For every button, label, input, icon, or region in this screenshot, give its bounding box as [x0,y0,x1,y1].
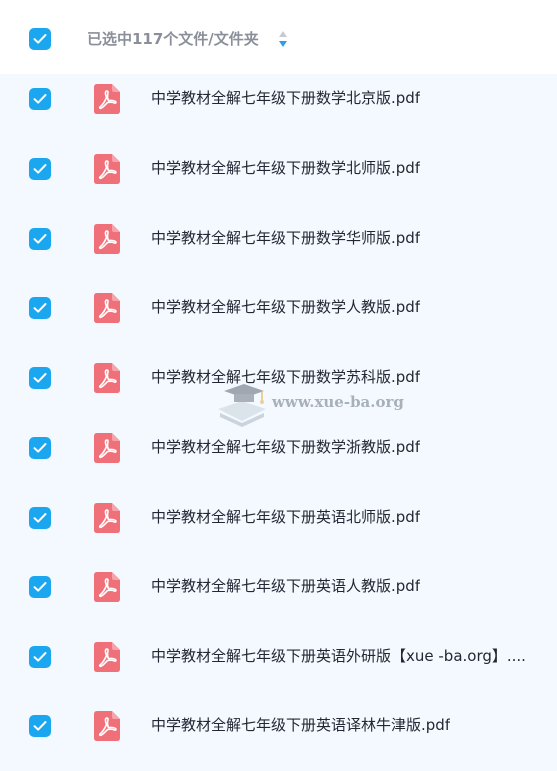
check-icon [33,721,47,731]
file-name[interactable]: 中学教材全解七年级下册英语外研版【xue -ba.org】.... [151,646,526,666]
file-name[interactable]: 中学教材全解七年级下册数学浙教版.pdf [151,437,420,457]
file-name[interactable]: 中学教材全解七年级下册数学北师版.pdf [151,158,420,178]
check-icon [33,513,47,523]
check-icon [33,443,47,453]
file-row[interactable]: 中学教材全解七年级下册英语译林牛津版.pdf [0,701,557,771]
file-row[interactable]: 中学教材全解七年级下册数学北师版.pdf [0,144,557,214]
file-checkbox[interactable] [29,646,51,668]
pdf-icon [94,572,120,602]
check-icon [33,94,47,104]
file-row[interactable]: 中学教材全解七年级下册数学人教版.pdf [0,283,557,353]
file-row[interactable]: 中学教材全解七年级下册数学苏科版.pdf [0,353,557,423]
file-row[interactable]: 中学教材全解七年级下册数学北京版.pdf [0,74,557,144]
file-checkbox[interactable] [29,715,51,737]
file-name[interactable]: 中学教材全解七年级下册数学苏科版.pdf [151,367,420,387]
check-icon [33,164,47,174]
pdf-icon [94,224,120,254]
selection-count-label: 已选中117个文件/文件夹 [87,30,259,48]
pdf-icon [94,642,120,672]
file-checkbox[interactable] [29,576,51,598]
file-list-header: 已选中117个文件/文件夹 [0,0,557,74]
file-name[interactable]: 中学教材全解七年级下册英语北师版.pdf [151,507,420,527]
check-icon [33,582,47,592]
file-checkbox[interactable] [29,437,51,459]
pdf-icon [94,293,120,323]
sort-arrows-icon[interactable] [278,30,288,48]
file-list: 中学教材全解七年级下册数学北京版.pdf 中学教材全解七年级下册数学北师版.pd… [0,74,557,757]
file-row[interactable]: 中学教材全解七年级下册数学华师版.pdf [0,214,557,284]
file-checkbox[interactable] [29,228,51,250]
check-icon [33,34,47,44]
file-name[interactable]: 中学教材全解七年级下册数学人教版.pdf [151,297,420,317]
pdf-icon [94,433,120,463]
select-all-checkbox[interactable] [29,28,51,50]
file-row[interactable]: 中学教材全解七年级下册英语人教版.pdf [0,562,557,632]
pdf-icon [94,154,120,184]
file-name[interactable]: 中学教材全解七年级下册数学北京版.pdf [151,88,420,108]
file-checkbox[interactable] [29,367,51,389]
check-icon [33,303,47,313]
file-checkbox[interactable] [29,88,51,110]
file-name[interactable]: 中学教材全解七年级下册英语译林牛津版.pdf [151,715,450,735]
pdf-icon [94,711,120,741]
file-checkbox[interactable] [29,297,51,319]
file-name[interactable]: 中学教材全解七年级下册数学华师版.pdf [151,228,420,248]
check-icon [33,373,47,383]
file-row[interactable]: 中学教材全解七年级下册英语外研版【xue -ba.org】.... [0,632,557,702]
file-checkbox[interactable] [29,507,51,529]
file-row[interactable]: 中学教材全解七年级下册英语北师版.pdf [0,493,557,563]
file-checkbox[interactable] [29,158,51,180]
pdf-icon [94,363,120,393]
check-icon [33,652,47,662]
check-icon [33,234,47,244]
file-name[interactable]: 中学教材全解七年级下册英语人教版.pdf [151,576,420,596]
pdf-icon [94,503,120,533]
file-row[interactable]: 中学教材全解七年级下册数学浙教版.pdf [0,423,557,493]
pdf-icon [94,84,120,114]
